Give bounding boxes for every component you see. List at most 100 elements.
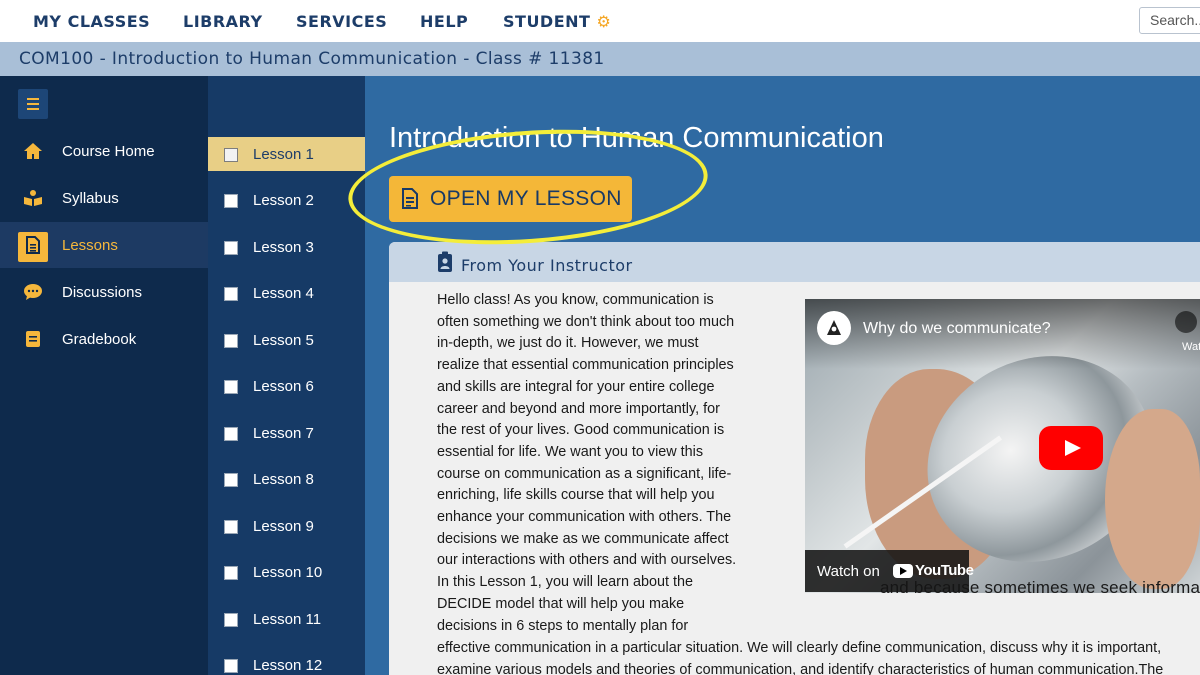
lesson-checkbox[interactable] bbox=[224, 241, 238, 255]
message-line: Hello class! As you know, communication … bbox=[437, 292, 714, 308]
discussions-icon bbox=[22, 281, 44, 303]
home-icon bbox=[22, 140, 44, 162]
lesson-checkbox[interactable] bbox=[224, 473, 238, 487]
page-title: Introduction to Human Communication bbox=[389, 122, 884, 154]
nav-student[interactable]: STUDENT ⚙ bbox=[503, 12, 611, 31]
lesson-list: Lesson 1 Lesson 2 Lesson 3 Lesson 4 Less… bbox=[208, 76, 365, 675]
lesson-label: Lesson 6 bbox=[253, 378, 314, 395]
lesson-label: Lesson 11 bbox=[253, 611, 322, 628]
panel-header: From Your Instructor bbox=[389, 242, 1200, 282]
lesson-item-1[interactable]: Lesson 1 bbox=[208, 137, 365, 171]
message-line: the rest of your lives. Good communicati… bbox=[437, 422, 725, 439]
course-title: COM100 - Introduction to Human Communica… bbox=[19, 49, 605, 69]
message-line: essential for life. We want you to view … bbox=[437, 443, 704, 460]
sidebar-item-label: Course Home bbox=[62, 142, 155, 160]
message-line: realize that essential communication pri… bbox=[437, 357, 734, 374]
lesson-item-5[interactable]: Lesson 5 bbox=[208, 323, 365, 357]
message-line: course on communication as a significant… bbox=[437, 465, 732, 482]
lesson-item-6[interactable]: Lesson 6 bbox=[208, 369, 365, 403]
lesson-checkbox[interactable] bbox=[224, 659, 238, 673]
search-input[interactable]: Search... bbox=[1139, 7, 1200, 34]
clock-icon[interactable] bbox=[1175, 311, 1197, 333]
lesson-checkbox[interactable] bbox=[224, 520, 238, 534]
open-my-lesson-button[interactable]: OPEN MY LESSON bbox=[389, 176, 632, 222]
message-line: enriching, life skills course that will … bbox=[437, 487, 715, 504]
lesson-item-7[interactable]: Lesson 7 bbox=[208, 416, 365, 450]
lesson-item-8[interactable]: Lesson 8 bbox=[208, 462, 365, 496]
open-my-lesson-label: OPEN MY LESSON bbox=[430, 187, 622, 210]
nav-library[interactable]: LIBRARY bbox=[183, 12, 263, 31]
lesson-item-2[interactable]: Lesson 2 bbox=[208, 183, 365, 217]
youtube-video-player[interactable]: Why do we communicate? Watch and because… bbox=[805, 299, 1200, 593]
sidebar-item-label: Gradebook bbox=[62, 330, 137, 348]
sidebar-item-label: Syllabus bbox=[62, 189, 119, 207]
instructor-panel: From Your Instructor Hello class! As you… bbox=[389, 242, 1200, 675]
message-line: decisions in 6 steps to mentally plan fo… bbox=[437, 617, 689, 634]
watch-on-youtube-button[interactable]: Watch on YouTube bbox=[805, 550, 974, 592]
id-badge-icon bbox=[437, 251, 453, 278]
panel-title: From Your Instructor bbox=[461, 256, 633, 275]
sidebar: Course Home Syllabus Lessons Discussions… bbox=[0, 76, 208, 675]
lesson-item-11[interactable]: Lesson 11 bbox=[208, 602, 365, 636]
lesson-checkbox[interactable] bbox=[224, 194, 238, 208]
message-line: DECIDE model that will help you make bbox=[437, 595, 685, 612]
watch-later-label[interactable]: Watch bbox=[1182, 341, 1200, 353]
gradebook-icon bbox=[22, 328, 44, 350]
lesson-checkbox[interactable] bbox=[224, 380, 238, 394]
menu-toggle-button[interactable] bbox=[18, 89, 48, 119]
youtube-wordmark: YouTube bbox=[915, 562, 974, 579]
nav-student-label: STUDENT bbox=[503, 12, 591, 31]
instructor-message-continued: effective communication in a particular … bbox=[437, 638, 1200, 675]
lesson-label: Lesson 10 bbox=[253, 564, 323, 581]
lesson-label: Lesson 7 bbox=[253, 425, 314, 442]
message-line: In this Lesson 1, you will learn about t… bbox=[437, 574, 693, 591]
message-line: our interactions with others and with ou… bbox=[437, 552, 737, 569]
lesson-label: Lesson 3 bbox=[253, 239, 314, 256]
sidebar-item-syllabus[interactable]: Syllabus bbox=[0, 175, 208, 221]
lesson-checkbox[interactable] bbox=[224, 334, 238, 348]
lesson-item-10[interactable]: Lesson 10 bbox=[208, 555, 365, 589]
sidebar-item-label: Discussions bbox=[62, 283, 143, 301]
nav-my-classes[interactable]: MY CLASSES bbox=[33, 12, 150, 31]
lesson-label: Lesson 4 bbox=[253, 285, 314, 302]
message-line: in-depth, we just do it. However, we mus… bbox=[437, 335, 699, 352]
lesson-checkbox[interactable] bbox=[224, 427, 238, 441]
course-bar: COM100 - Introduction to Human Communica… bbox=[0, 42, 1200, 76]
lessons-icon bbox=[22, 234, 44, 256]
lesson-checkbox[interactable] bbox=[224, 287, 238, 301]
sidebar-item-label: Lessons bbox=[62, 236, 118, 254]
message-line: enhance your communication with others. … bbox=[437, 509, 732, 526]
main-content: Introduction to Human Communication OPEN… bbox=[365, 76, 1200, 675]
youtube-logo-icon bbox=[893, 564, 913, 578]
message-line: often something we don't think about too… bbox=[437, 313, 735, 330]
nav-help[interactable]: HELP bbox=[420, 12, 468, 31]
lesson-checkbox[interactable] bbox=[224, 148, 238, 162]
channel-avatar-icon[interactable] bbox=[817, 311, 851, 345]
sidebar-item-gradebook[interactable]: Gradebook bbox=[0, 316, 208, 362]
lesson-label: Lesson 8 bbox=[253, 471, 314, 488]
lesson-item-12[interactable]: Lesson 12 bbox=[208, 648, 365, 675]
nav-services[interactable]: SERVICES bbox=[296, 12, 387, 31]
play-icon[interactable] bbox=[1039, 426, 1103, 470]
video-thumbnail-hand bbox=[1105, 409, 1200, 589]
sidebar-item-course-home[interactable]: Course Home bbox=[0, 128, 208, 174]
lesson-item-3[interactable]: Lesson 3 bbox=[208, 230, 365, 264]
lesson-item-9[interactable]: Lesson 9 bbox=[208, 509, 365, 543]
sidebar-item-discussions[interactable]: Discussions bbox=[0, 269, 208, 315]
message-line: examine various models and theories of c… bbox=[437, 661, 1164, 675]
lesson-label: Lesson 5 bbox=[253, 332, 314, 349]
lesson-label: Lesson 12 bbox=[253, 657, 323, 674]
hamburger-icon bbox=[27, 98, 39, 100]
watch-on-label: Watch on bbox=[817, 563, 880, 580]
document-icon bbox=[402, 188, 418, 214]
instructor-message: Hello class! As you know, communication … bbox=[437, 290, 767, 637]
sidebar-item-lessons[interactable]: Lessons bbox=[0, 222, 208, 268]
video-title[interactable]: Why do we communicate? bbox=[863, 320, 1051, 338]
lesson-item-4[interactable]: Lesson 4 bbox=[208, 276, 365, 310]
message-line: career and beyond and more importantly, … bbox=[437, 400, 720, 417]
lesson-label: Lesson 9 bbox=[253, 518, 314, 535]
lesson-checkbox[interactable] bbox=[224, 566, 238, 580]
message-line: effective communication in a particular … bbox=[437, 640, 1162, 656]
message-line: decisions we make as we communicate affe… bbox=[437, 530, 729, 547]
lesson-checkbox[interactable] bbox=[224, 613, 238, 627]
